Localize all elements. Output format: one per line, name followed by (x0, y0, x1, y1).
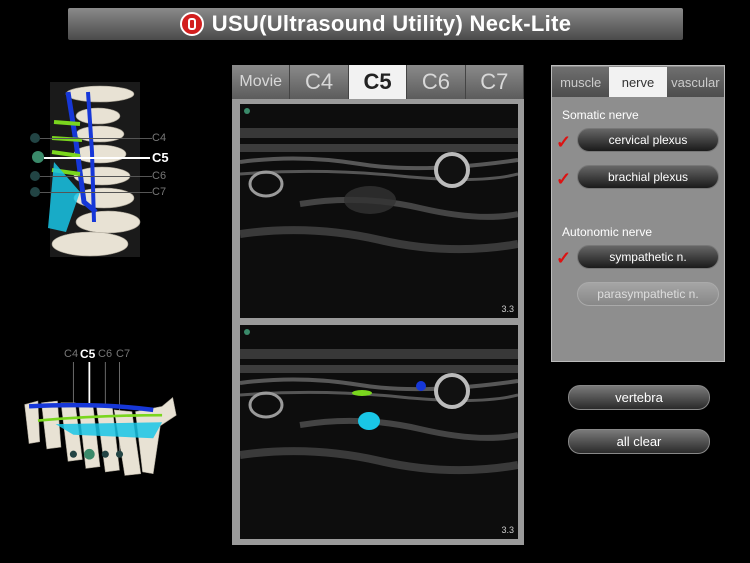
title-bar: USU(Ultrasound Utility) Neck-Lite (68, 8, 683, 40)
cervical-plexus-overlay (352, 390, 372, 396)
level-marker-c5-selected[interactable] (32, 151, 44, 163)
tab-c5[interactable]: C5 (348, 65, 408, 99)
tab-c4[interactable]: C4 (290, 65, 349, 99)
sympathetic-button[interactable]: sympathetic n. (577, 245, 719, 269)
level-marker-c6[interactable] (30, 171, 40, 181)
level-line-c4 (40, 138, 152, 139)
ultrasound-scan-annotated (240, 325, 518, 539)
level-label-c5[interactable]: C5 (152, 150, 169, 165)
vertebra-button[interactable]: vertebra (568, 385, 710, 410)
autonomic-nerve-heading: Autonomic nerve (562, 225, 653, 239)
level-label-c4[interactable]: C4 (152, 132, 166, 144)
cervical-spine-lateral-illustration[interactable] (10, 362, 190, 495)
side-level-label-c4[interactable]: C4 (64, 348, 78, 360)
probe-orientation-dot (244, 329, 250, 335)
ultrasound-image-raw: 3.3 (240, 104, 518, 318)
level-label-c7[interactable]: C7 (152, 186, 166, 198)
level-marker-c4[interactable] (30, 133, 40, 143)
level-line-c5 (44, 157, 150, 159)
brachial-plexus-check-icon: ✓ (556, 169, 572, 189)
side-level-label-c5[interactable]: C5 (80, 347, 95, 361)
parasympathetic-button[interactable]: parasympathetic n. (577, 282, 719, 306)
side-level-label-c6[interactable]: C6 (98, 348, 112, 360)
tab-nerve[interactable]: nerve (609, 67, 667, 97)
ultrasound-image-annotated: 3.3 (240, 325, 518, 539)
usu-logo-icon (179, 12, 204, 36)
tab-movie[interactable]: Movie (232, 65, 291, 99)
tab-vascular[interactable]: vascular (666, 67, 724, 97)
level-marker-c7[interactable] (30, 187, 40, 197)
tab-muscle[interactable]: muscle (552, 67, 610, 97)
level-line-c7 (40, 192, 152, 193)
structure-tab-bar: muscle nerve vascular (552, 67, 724, 97)
app-title: USU(Ultrasound Utility) Neck-Lite (211, 11, 572, 36)
cervical-plexus-check-icon: ✓ (556, 132, 572, 152)
cervical-plexus-button[interactable]: cervical plexus (577, 128, 719, 152)
depth-scale: 3.3 (501, 525, 514, 535)
sympathetic-overlay (416, 381, 426, 391)
level-label-c6[interactable]: C6 (152, 170, 166, 182)
probe-orientation-dot (244, 108, 250, 114)
side-level-label-c7[interactable]: C7 (116, 348, 130, 360)
level-line-c6 (40, 176, 152, 177)
depth-scale: 3.3 (501, 304, 514, 314)
brachial-plexus-overlay (358, 412, 380, 430)
all-clear-button[interactable]: all clear (568, 429, 710, 454)
brachial-plexus-button[interactable]: brachial plexus (577, 165, 719, 189)
level-tab-bar: Movie C4 C5 C6 C7 (232, 65, 525, 99)
cervical-spine-front-illustration[interactable] (40, 82, 148, 257)
tab-c7[interactable]: C7 (465, 65, 525, 99)
somatic-nerve-heading: Somatic nerve (562, 108, 639, 122)
ultrasound-scan (240, 104, 518, 318)
tab-c6[interactable]: C6 (407, 65, 466, 99)
sympathetic-check-icon: ✓ (556, 248, 572, 268)
